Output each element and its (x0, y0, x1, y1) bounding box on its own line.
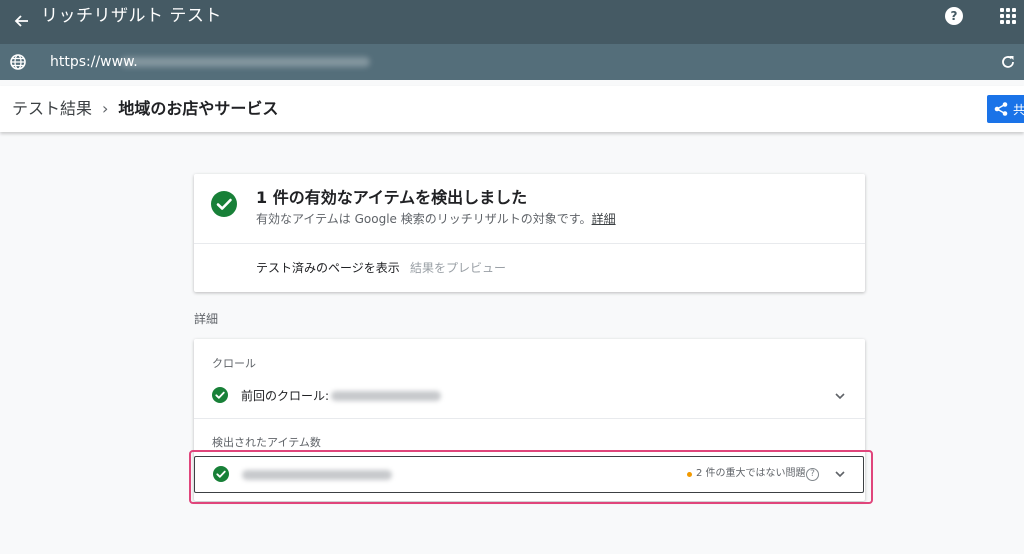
detail-link[interactable]: 詳細 (592, 212, 616, 226)
highlight-annotation (189, 450, 873, 504)
url-redacted (120, 57, 370, 67)
apps-grid-icon[interactable] (1000, 8, 1016, 24)
chevron-down-icon[interactable] (833, 389, 847, 403)
page-header: テスト結果 › 地域のお店やサービス (0, 86, 1024, 132)
share-button[interactable]: 共 (987, 95, 1024, 123)
reload-icon[interactable] (999, 53, 1017, 71)
arrow-left-icon (14, 15, 28, 27)
breadcrumb-separator: › (102, 99, 109, 118)
divider (194, 243, 865, 244)
preview-results-button[interactable]: 結果をプレビュー (410, 260, 506, 276)
summary-subtitle: 有効なアイテムは Google 検索のリッチリザルトの対象です。詳細 (256, 211, 616, 227)
globe-icon (10, 54, 26, 70)
summary-card: 1 件の有効なアイテムを検出しました 有効なアイテムは Google 検索のリッ… (194, 174, 865, 292)
summary-subtitle-text: 有効なアイテムは Google 検索のリッチリザルトの対象です。 (256, 212, 592, 226)
share-label: 共 (1013, 102, 1024, 117)
last-crawl-text[interactable]: 前回のクロール: (241, 388, 329, 404)
detected-items-label: 検出されたアイテム数 (212, 436, 321, 449)
view-tested-page-button[interactable]: テスト済みのページを表示 (256, 260, 400, 276)
details-section-label: 詳細 (194, 312, 219, 326)
divider (194, 418, 865, 419)
breadcrumb: テスト結果 › 地域のお店やサービス (12, 99, 278, 119)
back-button[interactable] (6, 6, 36, 36)
url-bar: https://www. (0, 44, 1024, 80)
check-circle-icon (212, 387, 228, 403)
breadcrumb-parent[interactable]: テスト結果 (12, 99, 92, 119)
summary-title: 1 件の有効なアイテムを検出しました (256, 188, 528, 207)
help-icon[interactable]: ? (945, 7, 963, 25)
crawl-date-redacted (331, 391, 441, 401)
app-title: リッチリザルト テスト (41, 6, 222, 26)
share-icon (994, 102, 1008, 116)
check-circle-icon (211, 191, 237, 217)
app-bar: リッチリザルト テスト ? (0, 0, 1024, 44)
crawl-label: クロール (212, 357, 256, 370)
breadcrumb-current: 地域のお店やサービス (118, 99, 279, 118)
